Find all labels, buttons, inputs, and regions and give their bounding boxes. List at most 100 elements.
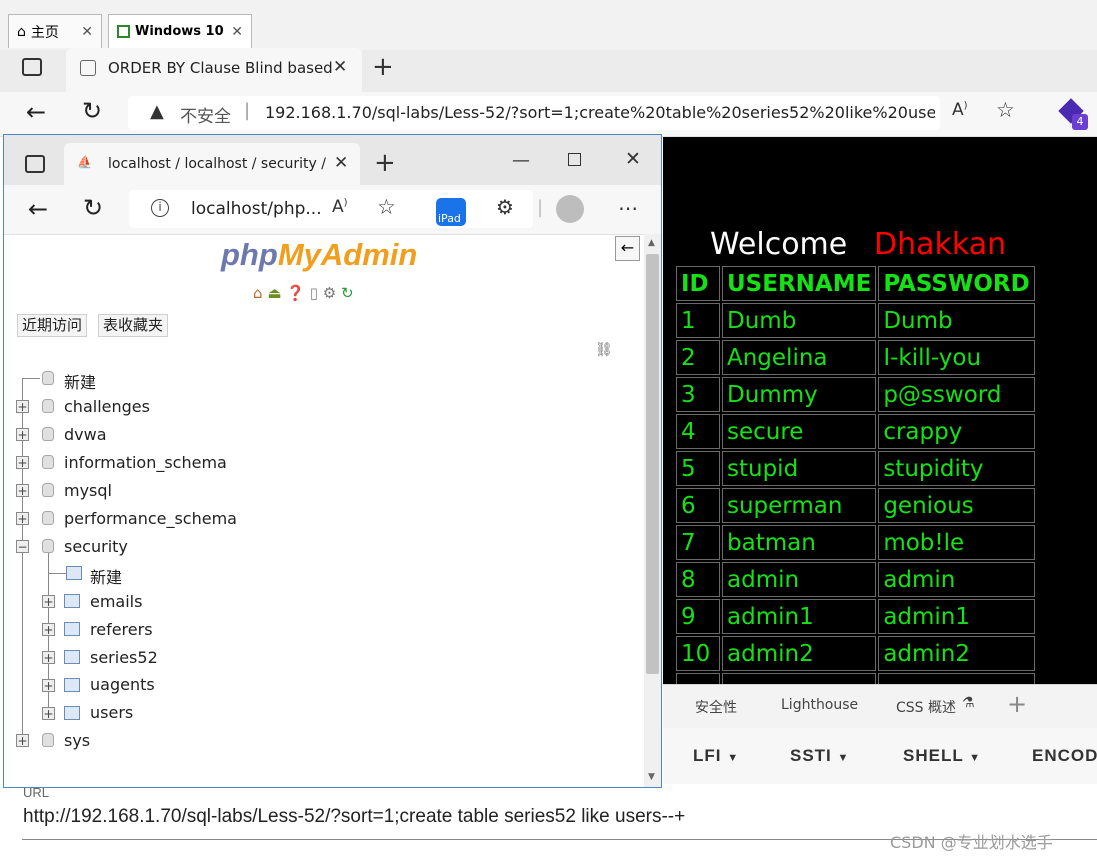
- expand-icon[interactable]: +: [16, 484, 29, 497]
- tree-db-information-schema[interactable]: information_schema: [64, 453, 227, 472]
- cell-password: admin: [878, 562, 1035, 597]
- close-icon[interactable]: ✕: [81, 24, 93, 40]
- logo-php: php: [221, 237, 278, 272]
- vm-tab-home[interactable]: ⌂ 主页 ✕: [8, 14, 102, 48]
- devtools-tab-css-overview[interactable]: CSS 概述: [896, 697, 956, 717]
- tree-table-series52[interactable]: series52: [90, 648, 158, 667]
- outer-url-text[interactable]: 192.168.1.70/sql-labs/Less-52/?sort=1;cr…: [265, 103, 935, 122]
- refresh-icon[interactable]: ↻: [82, 97, 102, 125]
- table-icon: [64, 706, 80, 720]
- favorite-icon[interactable]: ☆: [377, 195, 396, 219]
- dhakkan-text: Dhakkan: [874, 227, 1007, 262]
- minimize-icon[interactable]: —: [512, 150, 530, 171]
- cell-id: 9: [676, 599, 720, 634]
- home-icon[interactable]: ⌂: [253, 284, 263, 302]
- table-row: 8 admin admin: [676, 562, 1035, 597]
- inner-url-text[interactable]: localhost/php...: [191, 199, 322, 219]
- expand-icon[interactable]: +: [42, 623, 55, 636]
- tree-db-sys[interactable]: sys: [64, 731, 90, 750]
- database-icon: [42, 539, 54, 553]
- extensions-icon[interactable]: ⚙: [496, 195, 514, 219]
- url-field-input[interactable]: http://192.168.1.70/sql-labs/Less-52/?so…: [23, 806, 1083, 828]
- reload-icon[interactable]: ↻: [341, 284, 354, 302]
- info-icon[interactable]: i: [151, 199, 169, 217]
- expand-icon[interactable]: +: [16, 400, 29, 413]
- hackbar-shell[interactable]: SHELL ▼: [903, 746, 981, 766]
- hackbar-lfi[interactable]: LFI ▼: [693, 746, 739, 766]
- profile-avatar[interactable]: [556, 195, 584, 223]
- expand-icon[interactable]: +: [42, 651, 55, 664]
- hackbar-encoding[interactable]: ENCOD: [1032, 746, 1097, 766]
- expand-icon[interactable]: +: [42, 707, 55, 720]
- collapse-nav-icon[interactable]: ←: [615, 236, 640, 261]
- tree-db-mysql[interactable]: mysql: [64, 481, 112, 500]
- settings-icon[interactable]: ⚙: [323, 284, 336, 302]
- welcome-text: Welcome: [710, 227, 848, 262]
- tab-actions-icon[interactable]: [25, 155, 45, 173]
- col-username: USERNAME: [722, 266, 877, 301]
- link-icon[interactable]: ⛓: [595, 342, 613, 358]
- tree-table-users[interactable]: users: [90, 703, 133, 722]
- help-icon[interactable]: ❓: [286, 284, 305, 302]
- scroll-down-icon[interactable]: ▼: [648, 772, 655, 782]
- devtools-tab-lighthouse[interactable]: Lighthouse: [781, 697, 858, 713]
- tree-table-referers[interactable]: referers: [90, 620, 153, 639]
- cell-id: 1: [676, 303, 720, 338]
- close-tab-icon[interactable]: ✕: [333, 57, 347, 77]
- read-aloud-icon[interactable]: A): [332, 197, 348, 217]
- tree-db-challenges[interactable]: challenges: [64, 397, 150, 416]
- pma-quick-icons: ⌂ ⏏ ❓ ▯ ⚙ ↻: [253, 284, 354, 302]
- scroll-up-icon[interactable]: ▲: [648, 238, 655, 248]
- new-tab-icon[interactable]: +: [372, 52, 394, 82]
- vm-tab-windows[interactable]: Windows 10 ✕: [108, 14, 252, 48]
- tree-db-performance-schema[interactable]: performance_schema: [64, 509, 237, 528]
- devtools-tab-security[interactable]: 安全性: [695, 697, 737, 717]
- add-tab-icon[interactable]: +: [1007, 690, 1027, 718]
- tree-table-new[interactable]: 新建: [90, 564, 122, 588]
- recent-button[interactable]: 近期访问: [17, 314, 88, 337]
- tree-table-uagents[interactable]: uagents: [90, 675, 155, 694]
- close-icon[interactable]: ✕: [231, 24, 243, 40]
- outer-tab-title: ORDER BY Clause Blind based: [108, 59, 333, 77]
- expand-icon[interactable]: +: [42, 679, 55, 692]
- database-icon: [42, 511, 54, 525]
- docs-icon[interactable]: ▯: [310, 284, 318, 302]
- cell-username: Dumb: [722, 303, 877, 338]
- not-secure-label[interactable]: 不安全: [180, 102, 231, 127]
- col-id: ID: [676, 266, 720, 301]
- database-icon: [42, 483, 54, 497]
- tab-actions-icon[interactable]: [22, 58, 42, 76]
- logout-icon[interactable]: ⏏: [267, 284, 281, 302]
- cell-id: 2: [676, 340, 720, 375]
- collapse-icon[interactable]: −: [16, 540, 29, 553]
- tree-db-security[interactable]: security: [64, 537, 128, 556]
- expand-icon[interactable]: +: [42, 595, 55, 608]
- tree-table-emails[interactable]: emails: [90, 592, 142, 611]
- more-menu-icon[interactable]: ⋯: [618, 196, 638, 220]
- caret-down-icon: ▼: [837, 752, 850, 764]
- back-icon[interactable]: ←: [28, 195, 48, 223]
- expand-icon[interactable]: +: [16, 428, 29, 441]
- read-aloud-icon[interactable]: A): [952, 100, 968, 120]
- database-icon: [42, 371, 54, 385]
- close-window-icon[interactable]: ✕: [625, 148, 641, 170]
- tree-db-dvwa[interactable]: dvwa: [64, 425, 107, 444]
- refresh-icon[interactable]: ↻: [83, 194, 103, 222]
- new-tab-icon[interactable]: +: [374, 148, 396, 178]
- expand-icon[interactable]: +: [16, 734, 29, 747]
- expand-icon[interactable]: +: [16, 512, 29, 525]
- hackbar-ssti[interactable]: SSTI ▼: [790, 746, 849, 766]
- nav-scrollbar-thumb[interactable]: [646, 254, 659, 674]
- cell-id: [676, 673, 720, 684]
- table-row-partial: [676, 673, 1035, 684]
- tree-new-database[interactable]: 新建: [64, 369, 96, 393]
- inner-url-box[interactable]: [129, 190, 533, 228]
- phpmyadmin-logo[interactable]: phpMyAdmin: [221, 237, 417, 273]
- expand-icon[interactable]: +: [16, 456, 29, 469]
- favorites-button[interactable]: 表收藏夹: [98, 314, 169, 337]
- favorite-icon[interactable]: ☆: [996, 98, 1015, 122]
- close-tab-icon[interactable]: ✕: [334, 153, 348, 173]
- hackbar-lfi-label: LFI: [693, 746, 722, 765]
- maximize-icon[interactable]: [568, 153, 581, 166]
- back-icon[interactable]: ←: [26, 98, 46, 126]
